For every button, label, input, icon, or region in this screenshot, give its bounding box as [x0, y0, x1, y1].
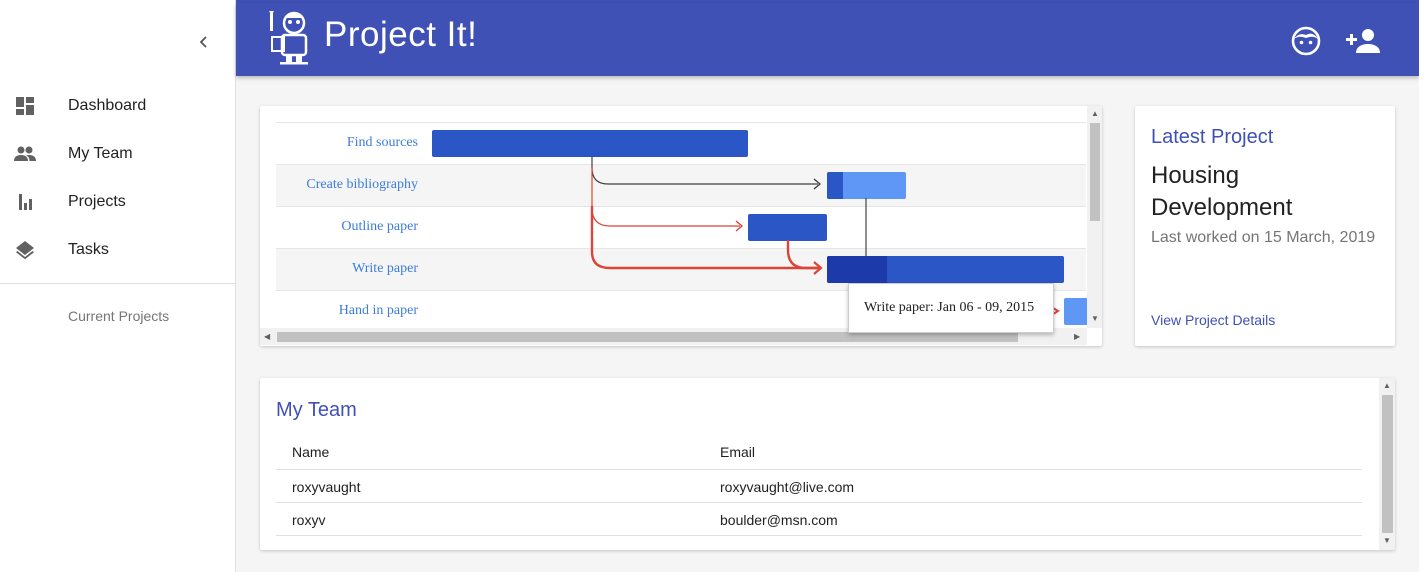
table-header-row: Name Email — [276, 435, 1362, 470]
table-row[interactable]: roxyvaught roxyvaught@live.com — [276, 470, 1362, 503]
member-email: roxyvaught@live.com — [720, 479, 855, 495]
member-name: roxyvaught — [292, 479, 361, 495]
my-team-title: My Team — [276, 399, 357, 421]
gantt-row: Create bibliography — [276, 165, 1086, 207]
gantt-task-label[interactable]: Create bibliography — [306, 177, 418, 193]
sidebar-item-label: Dashboard — [68, 97, 147, 114]
sidebar: Dashboard My Team Projects Tasks Current… — [0, 0, 236, 572]
bar-chart-icon — [14, 191, 36, 213]
gantt-task-label[interactable]: Hand in paper — [339, 303, 418, 319]
sidebar-divider — [0, 283, 235, 284]
gantt-vertical-scrollbar[interactable]: ▲ ▼ — [1087, 106, 1102, 328]
collapse-sidebar-button[interactable] — [192, 30, 216, 54]
gantt-tooltip: Write paper: Jan 06 - 09, 2015 — [848, 283, 1054, 333]
team-table: Name Email roxyvaught roxyvaught@live.co… — [276, 435, 1362, 536]
gantt-task-label[interactable]: Outline paper — [341, 219, 418, 235]
dashboard-icon — [14, 95, 36, 117]
gantt-row: Outline paper — [276, 207, 1086, 249]
add-person-button[interactable] — [1346, 23, 1382, 59]
gantt-bar-progress — [827, 172, 843, 199]
scroll-up-arrow-icon[interactable]: ▲ — [1091, 110, 1099, 118]
people-icon — [14, 143, 36, 165]
column-header-email[interactable]: Email — [720, 444, 755, 460]
view-project-details-link[interactable]: View Project Details — [1151, 312, 1275, 328]
sidebar-item-tasks[interactable]: Tasks — [0, 226, 235, 274]
page-scrollbar[interactable] — [1419, 0, 1424, 572]
face-icon — [1291, 26, 1321, 56]
gantt-bar-find-sources[interactable] — [432, 130, 748, 157]
sidebar-item-label: Tasks — [68, 241, 109, 258]
scroll-right-arrow-icon[interactable]: ▶ — [1074, 333, 1080, 341]
project-name: Housing Development — [1151, 162, 1293, 221]
account-face-button[interactable] — [1288, 23, 1324, 59]
column-header-name[interactable]: Name — [292, 444, 329, 460]
app-bar: Project It! — [236, 3, 1419, 76]
table-row[interactable]: roxyv boulder@msn.com — [276, 503, 1362, 536]
gantt-task-label[interactable]: Write paper — [352, 261, 418, 277]
gantt-task-label[interactable]: Find sources — [347, 135, 418, 151]
scrollbar-thumb[interactable] — [1090, 123, 1100, 221]
robot-logo-icon — [266, 9, 316, 65]
layers-icon — [14, 239, 36, 261]
current-projects-subheader: Current Projects — [68, 308, 170, 324]
gantt-bar-create-bibliography[interactable] — [827, 172, 906, 199]
member-email: boulder@msn.com — [720, 512, 838, 528]
chevron-left-icon — [199, 36, 207, 48]
sidebar-item-dashboard[interactable]: Dashboard — [0, 82, 235, 130]
gantt-bar-progress — [827, 256, 887, 283]
scrollbar-thumb[interactable] — [1382, 395, 1393, 533]
team-vertical-scrollbar[interactable]: ▲ ▼ — [1379, 378, 1395, 550]
gantt-bar-write-paper[interactable] — [827, 256, 1064, 283]
my-team-card: My Team Name Email roxyvaught roxyvaught… — [260, 378, 1395, 550]
gantt-bar-outline-paper[interactable] — [748, 214, 827, 241]
app-brand-title: Project It! — [324, 15, 478, 54]
scroll-up-arrow-icon[interactable]: ▲ — [1383, 382, 1391, 390]
scrollbar-thumb[interactable] — [277, 332, 1018, 342]
sidebar-item-projects[interactable]: Projects — [0, 178, 235, 226]
sidebar-item-my-team[interactable]: My Team — [0, 130, 235, 178]
scroll-down-arrow-icon[interactable]: ▼ — [1383, 537, 1391, 545]
tooltip-text: Write paper: Jan 06 - 09, 2015 — [864, 300, 1035, 315]
sidebar-item-label: My Team — [68, 145, 133, 162]
sidebar-item-label: Projects — [68, 193, 126, 210]
latest-project-title: Latest Project — [1151, 126, 1274, 148]
scroll-left-arrow-icon[interactable]: ◀ — [264, 333, 270, 341]
scroll-down-arrow-icon[interactable]: ▼ — [1091, 315, 1099, 323]
person-add-icon — [1346, 29, 1380, 53]
latest-project-card: Latest Project Housing Development Last … — [1135, 106, 1395, 346]
member-name: roxyv — [292, 512, 326, 528]
project-last-worked: Last worked on 15 March, 2019 — [1151, 229, 1376, 246]
